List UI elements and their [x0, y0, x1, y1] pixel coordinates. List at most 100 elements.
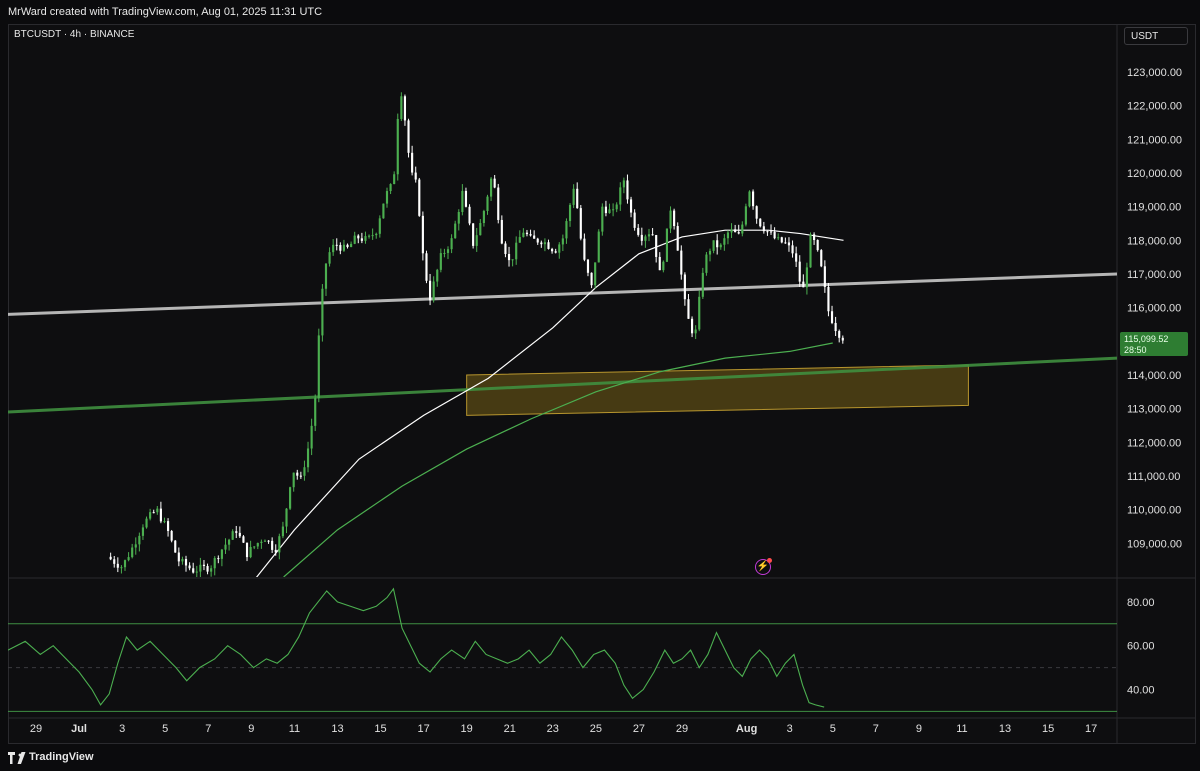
- candle-body: [755, 206, 758, 219]
- candle: [281, 521, 284, 539]
- candle-body: [188, 565, 191, 569]
- candle: [314, 394, 317, 432]
- candle-body: [830, 311, 834, 323]
- support-zone: [466, 364, 969, 416]
- candle-body: [497, 187, 500, 220]
- candle: [791, 240, 794, 258]
- candle-body: [651, 234, 654, 236]
- candle-body: [278, 536, 281, 553]
- candle: [371, 228, 374, 240]
- candle: [838, 329, 841, 343]
- candle: [626, 174, 629, 204]
- candle: [787, 237, 791, 252]
- time-tick-label: 9: [916, 723, 922, 735]
- candle: [411, 145, 414, 176]
- candle: [586, 258, 590, 277]
- candle: [734, 224, 737, 233]
- candle-body: [626, 180, 629, 200]
- candle: [579, 204, 582, 241]
- candle: [321, 284, 324, 342]
- candle-body: [228, 539, 231, 545]
- candle-body: [411, 152, 414, 173]
- candle: [120, 565, 123, 574]
- candle-body: [403, 96, 407, 121]
- candle-body: [551, 248, 554, 252]
- candle: [396, 113, 399, 181]
- candle: [518, 230, 521, 243]
- candle: [561, 234, 564, 252]
- candle: [317, 328, 320, 403]
- candle-body: [504, 243, 507, 254]
- candle-body: [734, 229, 737, 233]
- candle: [583, 233, 586, 262]
- candle-body: [145, 518, 148, 528]
- candle-body: [820, 250, 823, 267]
- candle-body: [289, 487, 292, 509]
- candle: [486, 194, 489, 215]
- candle-body: [274, 549, 277, 553]
- last-price-tag: 115,099.52 28:50: [1120, 332, 1188, 356]
- candle: [421, 211, 424, 261]
- candle: [414, 166, 417, 183]
- candle-body: [823, 266, 826, 287]
- candle: [823, 260, 826, 293]
- candle-body: [619, 187, 622, 205]
- candle-body: [346, 244, 349, 248]
- candle: [726, 230, 730, 245]
- candle: [181, 556, 184, 565]
- candle-body: [292, 472, 295, 488]
- candle: [698, 290, 701, 332]
- candle: [245, 542, 249, 562]
- price-tick-label: 116,000.00: [1127, 303, 1181, 315]
- candle: [655, 234, 658, 263]
- candle: [131, 543, 134, 559]
- candle-body: [407, 120, 410, 153]
- time-tick-label: 23: [547, 723, 559, 735]
- candle-body: [479, 223, 482, 236]
- candle: [195, 565, 198, 577]
- candle: [263, 539, 267, 542]
- candle-body: [490, 178, 493, 197]
- candle-body: [231, 531, 234, 540]
- candle-body: [680, 250, 683, 275]
- candle: [199, 557, 202, 577]
- candle: [637, 224, 640, 237]
- candle-body: [586, 259, 590, 273]
- chart-svg[interactable]: 109,000.00 110,000.00 111,000.00 112,000.00…: [0, 0, 1200, 771]
- currency-button[interactable]: USDT: [1124, 27, 1188, 45]
- candle: [766, 230, 769, 236]
- candle: [138, 532, 141, 552]
- candle: [134, 537, 137, 555]
- candle-body: [658, 256, 661, 271]
- price-pane: [8, 92, 1117, 577]
- candle: [633, 209, 636, 231]
- candle-body: [224, 544, 227, 550]
- candle: [357, 234, 360, 244]
- candle-body: [511, 259, 514, 261]
- candle-body: [629, 199, 633, 213]
- candle: [296, 469, 299, 480]
- candle: [428, 273, 432, 306]
- candle: [504, 241, 507, 258]
- candle-body: [342, 244, 346, 251]
- candle-body: [493, 178, 496, 188]
- candle-body: [213, 558, 216, 569]
- candle: [755, 205, 758, 224]
- candle-body: [242, 536, 245, 543]
- candle: [382, 203, 385, 219]
- candle: [744, 203, 747, 227]
- candle-body: [357, 235, 360, 239]
- candle-body: [335, 244, 338, 246]
- price-tick-label: 114,000.00: [1127, 370, 1181, 382]
- candle: [242, 535, 245, 543]
- candle: [597, 229, 600, 263]
- candle: [820, 249, 823, 268]
- candle-body: [454, 223, 457, 239]
- candle: [601, 203, 604, 236]
- symbol-label[interactable]: BTCUSDT · 4h · BINANCE: [14, 29, 134, 40]
- candle: [547, 239, 550, 250]
- time-tick-label: 7: [873, 723, 879, 735]
- candle: [446, 246, 450, 260]
- candle: [407, 118, 410, 158]
- candle-body: [195, 571, 198, 573]
